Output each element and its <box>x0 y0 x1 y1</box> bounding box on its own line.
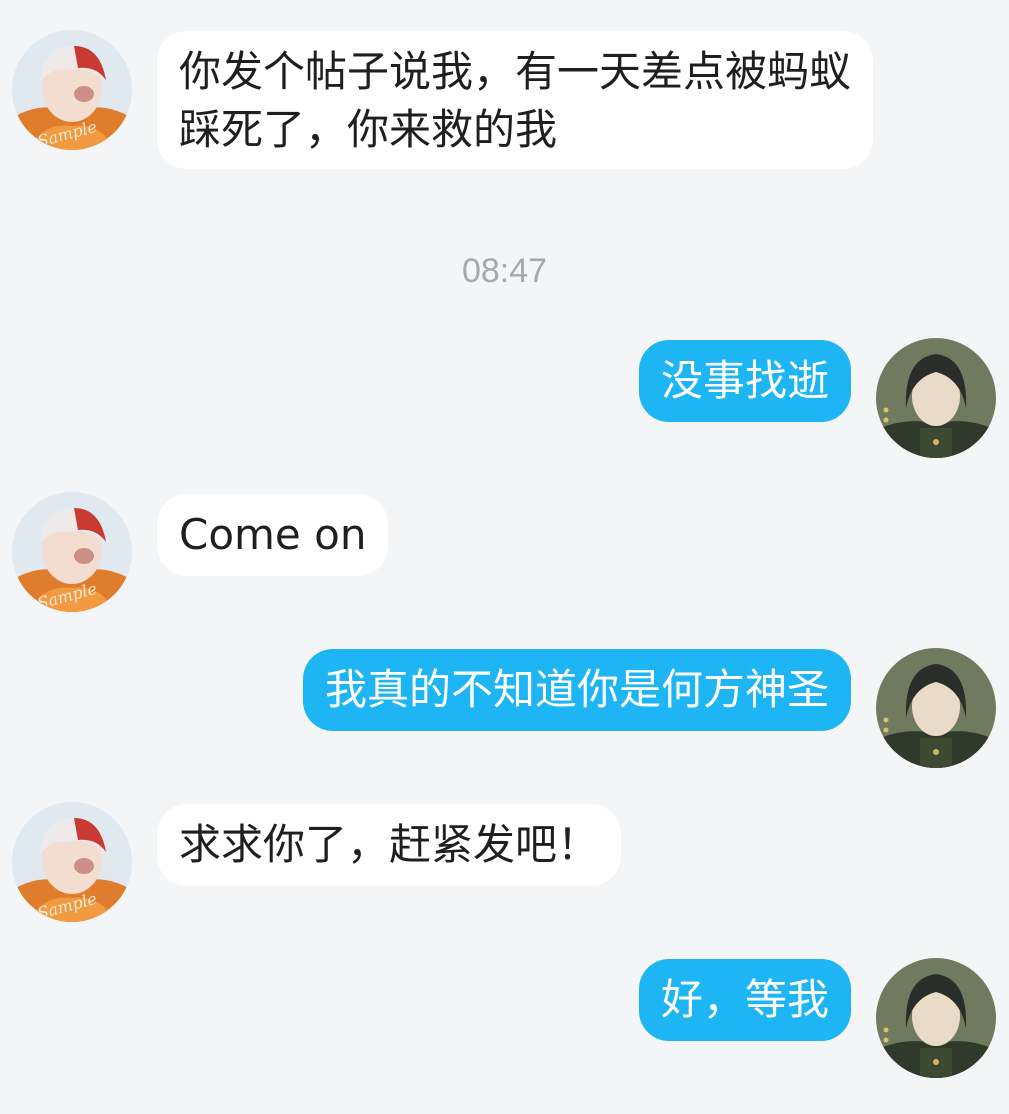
avatar-illustration-icon <box>876 958 996 1078</box>
avatar-illustration-icon: Sample <box>12 802 132 922</box>
contact-avatar[interactable]: Sample <box>12 30 132 150</box>
avatar-illustration-icon: Sample <box>12 492 132 612</box>
contact-avatar[interactable]: Sample <box>12 492 132 612</box>
user-avatar[interactable] <box>876 338 996 458</box>
user-avatar[interactable] <box>876 958 996 1078</box>
avatar-illustration-icon <box>876 338 996 458</box>
message-bubble-incoming[interactable]: Come on <box>157 494 389 576</box>
message-bubble-outgoing[interactable]: 没事找逝 <box>638 340 851 422</box>
message-bubble-incoming[interactable]: 求求你了，赶紧发吧！ <box>157 804 622 886</box>
message-timestamp: 08:47 <box>461 252 548 290</box>
message-bubble-outgoing[interactable]: 好，等我 <box>638 959 851 1041</box>
avatar-illustration-icon: Sample <box>12 30 132 150</box>
message-bubble-incoming[interactable]: 你发个帖子说我，有一天差点被蚂蚁踩死了，你来救的我 <box>157 31 873 169</box>
user-avatar[interactable] <box>876 648 996 768</box>
contact-avatar[interactable]: Sample <box>12 802 132 922</box>
avatar-illustration-icon <box>876 648 996 768</box>
message-bubble-outgoing[interactable]: 我真的不知道你是何方神圣 <box>302 649 851 731</box>
